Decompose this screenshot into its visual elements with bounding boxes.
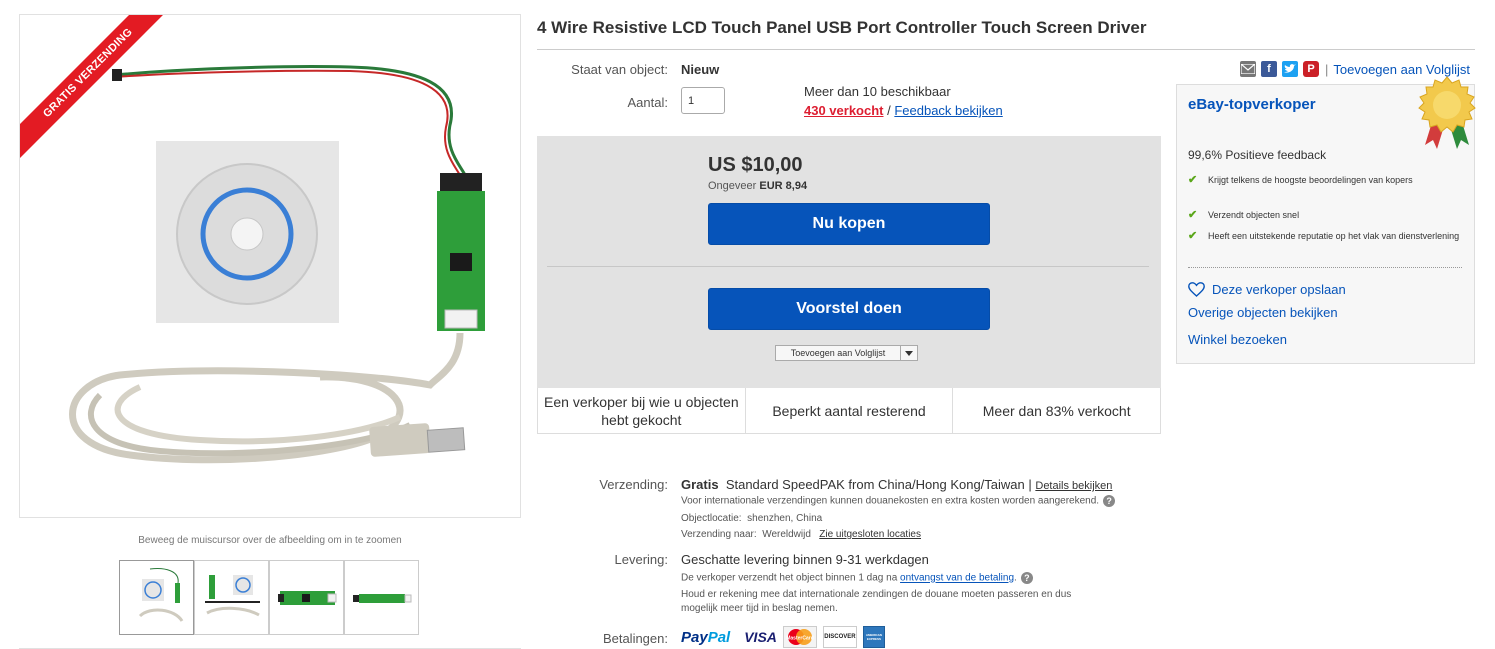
ships-to: Verzending naar: Wereldwijd Zie uitgeslo… (681, 529, 921, 540)
top-rated-seal-icon (1418, 76, 1476, 149)
approx-prefix: Ongeveer (708, 180, 757, 192)
approx-price: Ongeveer EUR 8,94 (708, 180, 807, 192)
seller-perk-text: Krijgt telkens de hoogste beoordelingen … (1208, 175, 1413, 185)
other-items-link[interactable]: Overige objecten bekijken (1188, 305, 1338, 320)
title-divider (537, 49, 1475, 50)
free-shipping-ribbon: GRATIS VERZENDING (20, 15, 180, 175)
shipping-method: Standard SpeedPAK from China/Hong Kong/T… (725, 477, 1025, 492)
seller-perk: ✔ Heeft een uitstekende reputatie op het… (1188, 230, 1468, 243)
payment-receipt-link[interactable]: ontvangst van de betaling (900, 573, 1014, 584)
shipping-details-link[interactable]: Details bekijken (1035, 480, 1112, 492)
customs-note: Voor internationale verzendingen kunnen … (681, 495, 1116, 507)
main-product-image[interactable]: GRATIS VERZENDING (19, 14, 521, 518)
seller-perk-text: Heeft een uitstekende reputatie op het v… (1208, 231, 1460, 241)
email-icon[interactable] (1240, 61, 1256, 77)
trust-signal-percent-sold: Meer dan 83% verkocht (982, 402, 1131, 419)
thumbnail-1[interactable] (119, 560, 194, 635)
facebook-icon[interactable]: f (1261, 61, 1277, 77)
thumbnail-4[interactable] (344, 560, 419, 635)
paypal-logo: Pay Pal (681, 628, 731, 646)
quantity-input[interactable] (681, 87, 725, 114)
mastercard-logo: MasterCard (782, 626, 817, 648)
zoom-hint: Beweeg de muiscursor over de afbeelding … (138, 535, 402, 546)
make-offer-button[interactable]: Voorstel doen (708, 288, 990, 330)
delivery-label: Levering: (614, 552, 668, 567)
shipping-label: Verzending: (599, 477, 668, 492)
discover-logo: DISCOVER (822, 626, 857, 648)
checkmark-icon: ✔ (1188, 209, 1198, 221)
excluded-locations-link[interactable]: Zie uitgesloten locaties (819, 529, 921, 540)
sold-separator: / (883, 103, 895, 118)
buy-box-divider (547, 266, 1149, 267)
ships-to-value: Wereldwijd (762, 529, 811, 540)
seller-box-divider (1188, 267, 1462, 268)
caret-down-icon[interactable] (905, 351, 913, 356)
shipping-summary: Gratis Standard SpeedPAK from China/Hong… (681, 477, 1112, 492)
thumbnail-3-image (278, 591, 337, 605)
thumbnail-1-image (138, 568, 184, 622)
feedback-link[interactable]: Feedback bekijken (894, 103, 1002, 118)
payments-label: Betalingen: (602, 631, 668, 646)
approx-value: EUR 8,94 (759, 180, 808, 192)
item-location: Objectlocatie: shenzhen, China (681, 513, 822, 524)
trust-signal-limited-quantity: Beperkt aantal resterend (746, 388, 954, 433)
heart-icon[interactable] (1188, 282, 1205, 297)
seller-perk: ✔ Verzendt objecten snel (1188, 209, 1468, 222)
availability-text: Meer dan 10 beschikbaar (804, 84, 951, 99)
visit-store-link[interactable]: Winkel bezoeken (1188, 332, 1287, 347)
customs-delay-line-2: mogelijk meer tijd in beslag nemen. (681, 603, 838, 614)
item-location-value: shenzhen, China (747, 513, 823, 524)
checkmark-icon: ✔ (1188, 174, 1198, 186)
dispatch-text: De verkoper verzendt het object binnen 1… (681, 572, 898, 584)
condition-value: Nieuw (681, 62, 720, 77)
price: US $10,00 (708, 154, 803, 176)
amex-logo: AMERICAN EXPRESS (862, 626, 885, 648)
thumbnail-2[interactable] (194, 560, 269, 635)
positive-feedback: 99,6% Positieve feedback (1188, 148, 1327, 162)
add-to-watchlist-dropdown[interactable]: Toevoegen aan Volglijst (775, 345, 918, 361)
dispatch-note: De verkoper verzendt het object binnen 1… (681, 572, 1033, 584)
free-shipping-ribbon-text: GRATIS VERZENDING (20, 15, 175, 160)
visa-logo: VISA (744, 629, 777, 645)
item-title: 4 Wire Resistive LCD Touch Panel USB Por… (537, 18, 1147, 37)
thumbnail-2-image (205, 575, 260, 617)
ships-to-label: Verzending naar: (681, 529, 757, 540)
save-seller-link[interactable]: Deze verkoper opslaan (1188, 282, 1346, 297)
pinterest-icon[interactable]: P (1303, 61, 1319, 77)
seller-perk-text: Verzendt objecten snel (1208, 210, 1300, 220)
sold-line: 430 verkocht / Feedback bekijken (804, 103, 1003, 118)
envelope-glyph (1241, 64, 1255, 74)
condition-label: Staat van object: (571, 62, 668, 77)
twitter-icon[interactable] (1282, 61, 1298, 77)
item-location-label: Objectlocatie: (681, 513, 742, 524)
thumbnail-4-image (353, 594, 412, 603)
trust-signal-purchased-before: Een verkoper bij wie u objecten hebt gek… (538, 388, 746, 433)
checkmark-icon: ✔ (1188, 230, 1198, 242)
payment-methods: Pay Pal VISA MasterCard DISCOVER AMERICAN… (681, 625, 891, 649)
customs-note-text: Voor internationale verzendingen kunnen … (681, 495, 1100, 507)
shipping-free: Gratis (681, 477, 719, 492)
seller-perk: ✔ Krijgt telkens de hoogste beoordelinge… (1188, 174, 1468, 187)
mastercard-label: MasterCard (786, 636, 814, 642)
save-seller-label[interactable]: Deze verkoper opslaan (1212, 282, 1346, 297)
add-to-watchlist-label[interactable]: Toevoegen aan Volglijst (776, 346, 901, 360)
quantity-label: Aantal: (627, 95, 668, 110)
bird-glyph (1284, 64, 1296, 73)
thumbnail-3[interactable] (269, 560, 344, 635)
customs-delay-line-1: Houd er rekening mee dat internationale … (681, 589, 1072, 600)
share-separator: | (1325, 61, 1329, 77)
buy-now-button[interactable]: Nu kopen (708, 203, 990, 245)
sold-count-link[interactable]: 430 verkocht (804, 103, 884, 118)
mastercard-icon: MasterCard (786, 629, 814, 645)
help-icon[interactable]: ? (1020, 572, 1033, 584)
help-icon[interactable]: ? (1103, 495, 1116, 507)
delivery-estimate: Geschatte levering binnen 9-31 werkdagen (681, 552, 929, 567)
shipping-separator: | (1024, 477, 1036, 492)
seller-info-box: eBay-topverkoper 99,6% Positieve feedbac… (1176, 76, 1476, 364)
top-seller-title: eBay-topverkoper (1188, 96, 1316, 113)
trust-signals-bar: Een verkoper bij wie u objecten hebt gek… (537, 388, 1161, 434)
